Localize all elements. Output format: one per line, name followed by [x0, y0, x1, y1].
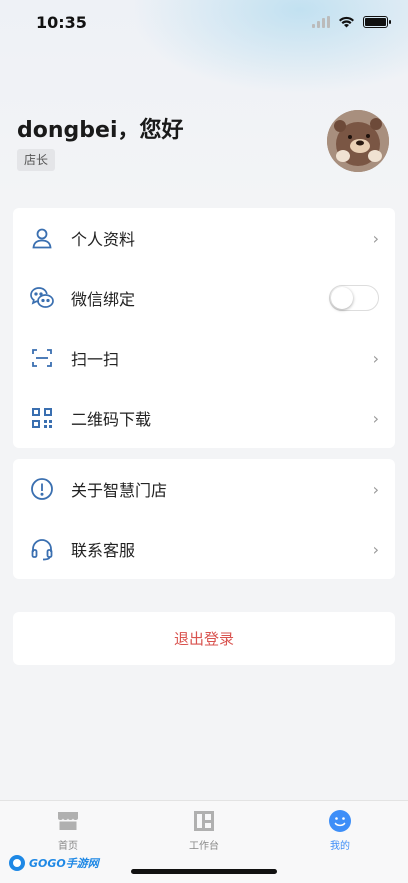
- watermark-logo-icon: [9, 855, 25, 871]
- signal-icon: [312, 16, 330, 28]
- watermark-text: GOGO手游网: [29, 857, 99, 870]
- status-time: 10:35: [36, 12, 87, 32]
- chevron-right-icon: ›: [372, 348, 379, 368]
- menu-item-profile[interactable]: 个人资料 ›: [13, 208, 395, 268]
- menu-label: 微信绑定: [71, 290, 136, 309]
- wechat-binding-toggle[interactable]: [329, 285, 379, 311]
- chevron-right-icon: ›: [372, 539, 379, 559]
- chevron-right-icon: ›: [372, 228, 379, 248]
- menu-item-customer-service[interactable]: 联系客服 ›: [13, 519, 395, 579]
- tab-label: 工作台: [189, 841, 219, 852]
- greeting-title: dongbei，您好: [17, 118, 184, 143]
- chevron-right-icon: ›: [372, 408, 379, 428]
- smile-icon: [329, 810, 351, 832]
- chevron-right-icon: ›: [372, 479, 379, 499]
- role-badge: 店长: [17, 149, 56, 171]
- menu-item-about[interactable]: 关于智慧门店 ›: [13, 459, 395, 519]
- menu-label: 个人资料: [71, 230, 136, 249]
- workbench-icon: [194, 811, 214, 831]
- qr-code-icon: [29, 405, 55, 431]
- menu-label: 关于智慧门店: [71, 481, 168, 500]
- menu-item-scan[interactable]: 扫一扫 ›: [13, 328, 395, 388]
- wechat-icon: [29, 285, 55, 311]
- status-bar: 10:35: [0, 0, 408, 44]
- menu-label: 二维码下载: [71, 410, 152, 429]
- battery-icon: [363, 16, 391, 28]
- user-icon: [29, 225, 55, 251]
- menu-label: 联系客服: [71, 541, 136, 560]
- tab-mine[interactable]: 我的: [272, 801, 408, 883]
- menu-card-secondary: 关于智慧门店 › 联系客服 ›: [13, 459, 395, 579]
- wifi-icon: [339, 16, 354, 28]
- menu-card-primary: 个人资料 › 微信绑定 扫一扫 › 二维码下载 ›: [13, 208, 395, 448]
- toggle-knob: [331, 287, 353, 309]
- home-indicator: [131, 869, 277, 874]
- avatar[interactable]: [327, 110, 389, 172]
- tab-label: 首页: [58, 841, 78, 852]
- logout-button[interactable]: 退出登录: [13, 612, 395, 665]
- menu-item-qr-download[interactable]: 二维码下载 ›: [13, 388, 395, 448]
- tab-label: 我的: [330, 841, 350, 852]
- watermark: GOGO手游网: [8, 853, 99, 873]
- store-icon: [58, 812, 78, 830]
- status-icons: [312, 16, 391, 28]
- bear-avatar-icon: [327, 110, 389, 172]
- info-icon: [29, 476, 55, 502]
- menu-item-wechat-binding: 微信绑定: [13, 268, 395, 328]
- menu-label: 扫一扫: [71, 350, 120, 369]
- scan-icon: [29, 345, 55, 371]
- headset-icon: [29, 536, 55, 562]
